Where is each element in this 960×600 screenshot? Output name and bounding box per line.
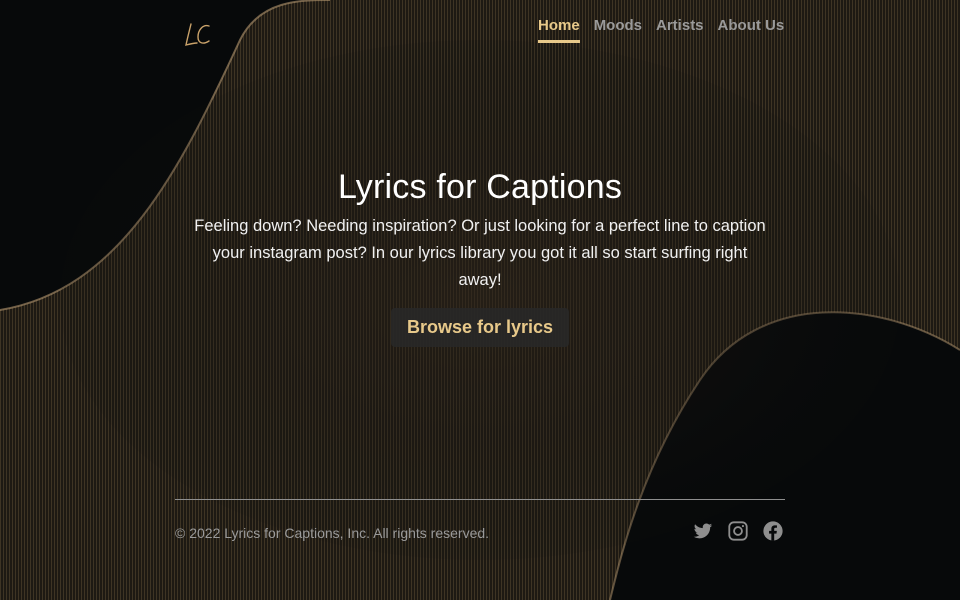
- hero-description: Feeling down? Needing inspiration? Or ju…: [194, 217, 766, 289]
- hero-section: Lyrics for Captions Feeling down? Needin…: [0, 168, 960, 347]
- nav-about-us[interactable]: About Us: [718, 17, 785, 43]
- social-links: [692, 520, 784, 542]
- twitter-icon[interactable]: [692, 520, 714, 542]
- nav-home[interactable]: Home: [538, 17, 580, 43]
- instagram-icon[interactable]: [727, 520, 749, 542]
- brand-logo[interactable]: [182, 18, 214, 50]
- nav-moods[interactable]: Moods: [594, 17, 642, 43]
- hero-title: Lyrics for Captions: [337, 168, 623, 206]
- browse-lyrics-button[interactable]: Browse for lyrics: [390, 308, 570, 347]
- logo-icon: [185, 23, 210, 46]
- nav-artists[interactable]: Artists: [656, 17, 704, 43]
- main-nav: Home Moods Artists About Us: [538, 17, 784, 43]
- footer-divider: [175, 499, 785, 500]
- footer-copyright: © 2022 Lyrics for Captions, Inc. All rig…: [175, 525, 490, 541]
- facebook-icon[interactable]: [762, 520, 784, 542]
